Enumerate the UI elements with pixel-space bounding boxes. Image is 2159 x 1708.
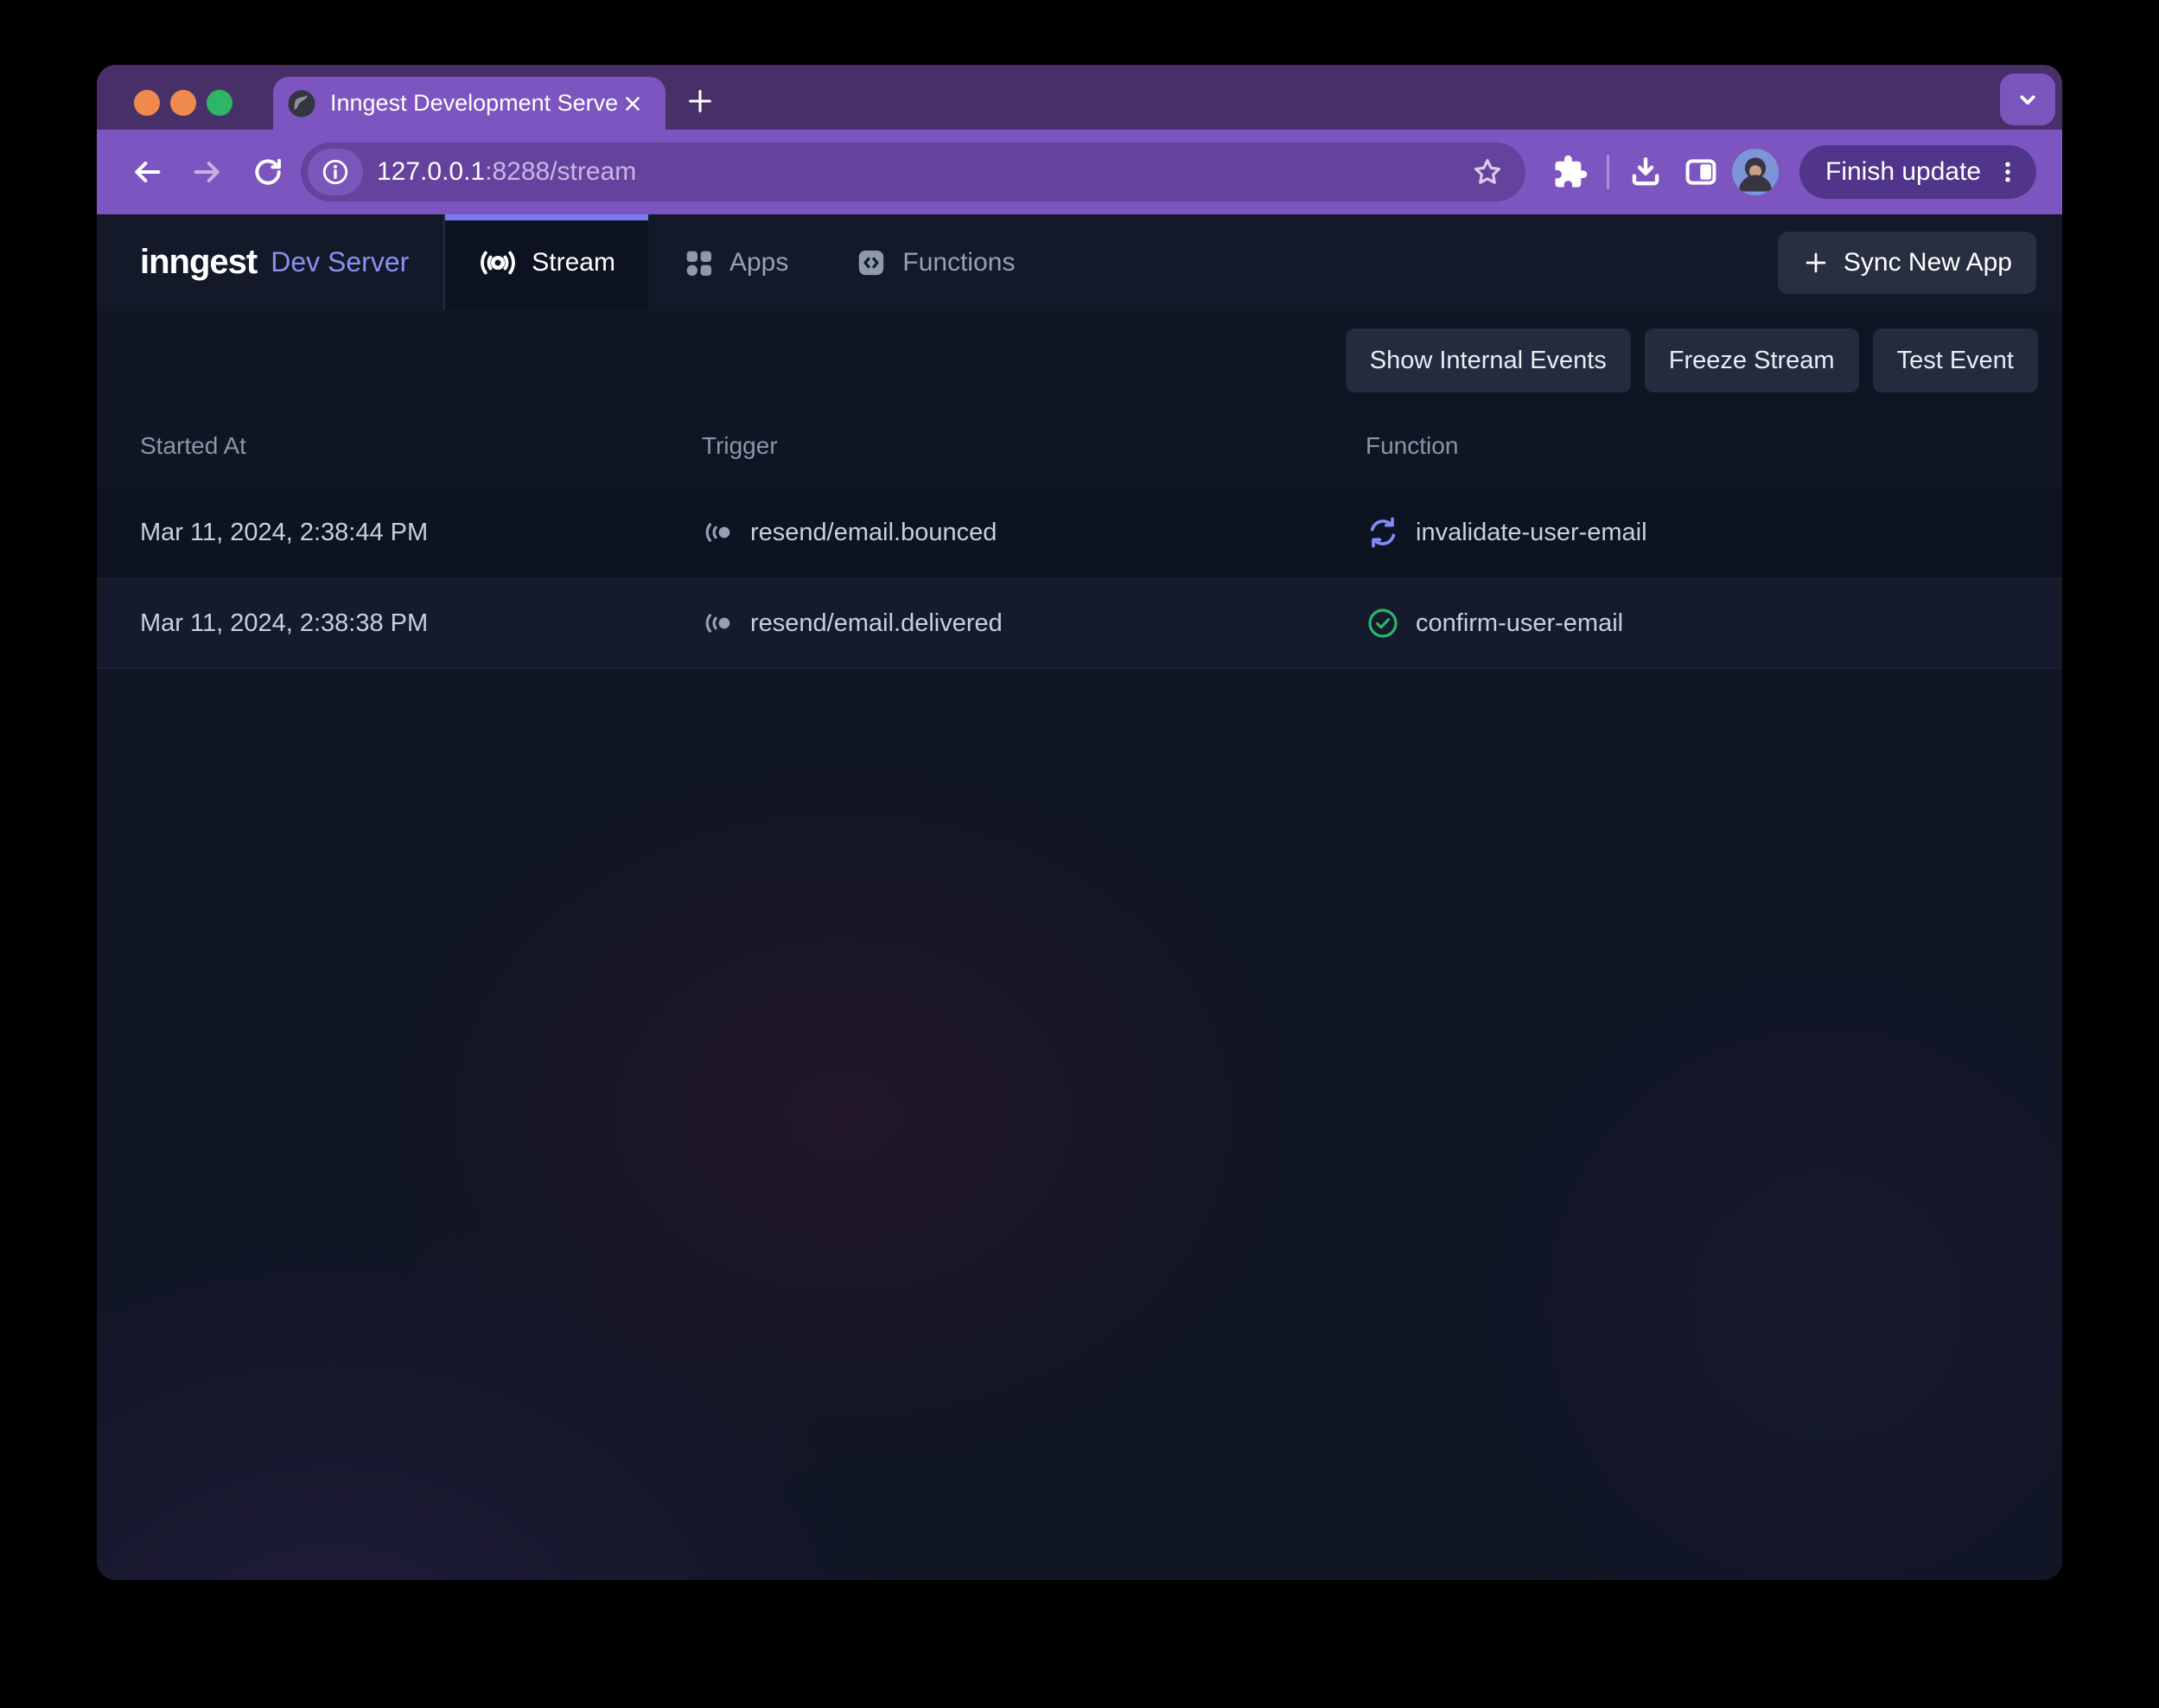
function-cell: invalidate-user-email — [1366, 515, 2062, 550]
tab-favicon-icon — [287, 89, 316, 118]
started-at-cell: Mar 11, 2024, 2:38:38 PM — [140, 609, 702, 638]
browser-toolbar: 127.0.0.1:8288/stream — [97, 130, 2062, 214]
completed-status-icon — [1366, 606, 1400, 640]
tab-functions-label: Functions — [902, 248, 1015, 277]
started-at-cell: Mar 11, 2024, 2:38:44 PM — [140, 519, 702, 547]
app-header: inngest Dev Server Stream — [97, 214, 2062, 311]
tab-strip: Inngest Development Server — [97, 65, 2062, 130]
new-tab-button[interactable] — [681, 82, 719, 120]
apps-icon — [681, 245, 716, 280]
url-host: 127.0.0.1 — [377, 157, 485, 186]
brand: inngest Dev Server — [140, 214, 409, 310]
finish-update-button[interactable]: Finish update — [1799, 145, 2036, 199]
tab-stream[interactable]: Stream — [445, 214, 648, 310]
address-bar[interactable]: 127.0.0.1:8288/stream — [301, 143, 1525, 201]
running-status-icon — [1366, 515, 1400, 550]
column-started-at: Started At — [140, 432, 702, 460]
tab-apps[interactable]: Apps — [648, 214, 821, 310]
stream-icon — [478, 243, 518, 283]
function-name: confirm-user-email — [1416, 609, 1623, 638]
browser-window: Inngest Development Server — [97, 65, 2062, 1580]
downloads-icon[interactable] — [1625, 151, 1666, 193]
window-controls — [134, 90, 232, 116]
tab-close-icon[interactable] — [617, 88, 648, 119]
inngest-logo: inngest — [140, 243, 257, 282]
table-header: Started At Trigger Function — [97, 405, 2062, 488]
toolbar-divider — [1607, 155, 1609, 189]
profile-avatar[interactable] — [1732, 149, 1779, 195]
reload-button[interactable] — [247, 151, 289, 193]
sync-new-app-label: Sync New App — [1844, 248, 2012, 277]
window-minimize-button[interactable] — [170, 90, 196, 116]
test-event-button[interactable]: Test Event — [1873, 328, 2038, 392]
trigger-cell: resend/email.delivered — [702, 607, 1366, 640]
functions-icon — [854, 245, 888, 280]
column-function: Function — [1366, 432, 2062, 460]
trigger-cell: resend/email.bounced — [702, 516, 1366, 549]
inngest-app: inngest Dev Server Stream — [97, 214, 2062, 1580]
url-text: 127.0.0.1:8288/stream — [377, 157, 1467, 187]
dev-server-label: Dev Server — [271, 246, 409, 278]
tab-title: Inngest Development Server — [330, 90, 617, 117]
sync-new-app-button[interactable]: Sync New App — [1778, 232, 2036, 294]
tab-functions[interactable]: Functions — [821, 214, 1048, 310]
kebab-menu-icon[interactable] — [1995, 159, 2021, 185]
freeze-stream-button[interactable]: Freeze Stream — [1645, 328, 1859, 392]
trigger-name: resend/email.bounced — [750, 519, 997, 547]
forward-button[interactable] — [187, 151, 228, 193]
back-button[interactable] — [126, 151, 168, 193]
column-trigger: Trigger — [702, 432, 1366, 460]
plus-icon — [1802, 249, 1830, 277]
trigger-name: resend/email.delivered — [750, 609, 1003, 638]
url-path: :8288/stream — [485, 157, 636, 186]
tab-stream-label: Stream — [532, 248, 615, 277]
table-row[interactable]: Mar 11, 2024, 2:38:44 PM resend/email.bo… — [97, 488, 2062, 578]
bookmark-star-icon[interactable] — [1467, 151, 1508, 193]
function-name: invalidate-user-email — [1416, 519, 1647, 547]
tab-list-chevron-button[interactable] — [2000, 73, 2055, 125]
tab-apps-label: Apps — [729, 248, 788, 277]
table-row[interactable]: Mar 11, 2024, 2:38:38 PM resend/email.de… — [97, 578, 2062, 669]
window-close-button[interactable] — [134, 90, 160, 116]
window-zoom-button[interactable] — [207, 90, 232, 116]
show-internal-events-button[interactable]: Show Internal Events — [1346, 328, 1631, 392]
site-info-chip[interactable] — [308, 149, 363, 195]
extensions-icon[interactable] — [1550, 151, 1591, 193]
browser-tab[interactable]: Inngest Development Server — [273, 77, 666, 130]
stream-actions: Show Internal Events Freeze Stream Test … — [97, 311, 2062, 392]
event-trigger-icon — [702, 607, 735, 640]
function-cell: confirm-user-email — [1366, 606, 2062, 640]
event-trigger-icon — [702, 516, 735, 549]
side-panel-icon[interactable] — [1680, 151, 1722, 193]
finish-update-label: Finish update — [1825, 157, 1981, 187]
